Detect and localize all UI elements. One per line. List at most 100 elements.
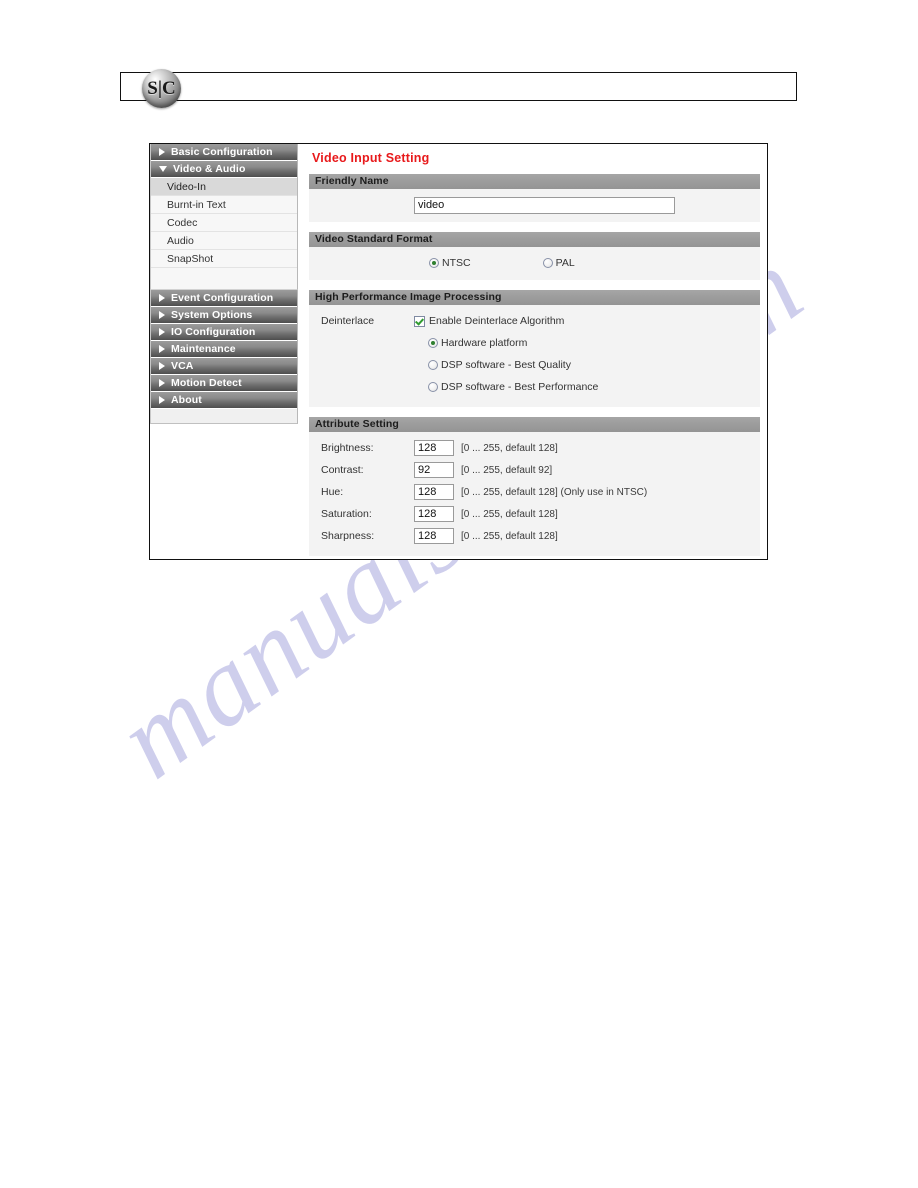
panel-friendly-name: Friendly Name <box>309 174 760 223</box>
field-label: Contrast: <box>321 464 364 476</box>
hue-input[interactable] <box>414 484 454 500</box>
sidebar-item-basic-configuration[interactable]: Basic Configuration <box>151 144 297 161</box>
radio-label: Hardware platform <box>441 337 528 349</box>
radio-dsp-best-performance[interactable]: DSP software - Best Performance <box>428 381 598 393</box>
sidebar-subitem-label: Video-In <box>167 181 206 193</box>
field-label: Saturation: <box>321 508 372 520</box>
chevron-right-icon <box>159 379 165 387</box>
sidebar-spacer <box>150 268 298 290</box>
sidebar-item-label: IO Configuration <box>171 325 256 338</box>
field-hint: [0 ... 255, default 92] <box>461 464 553 476</box>
sidebar-item-label: Basic Configuration <box>171 145 273 158</box>
sharpness-input[interactable] <box>414 528 454 544</box>
sidebar-group-secondary: Event Configuration System Options IO Co… <box>150 290 298 409</box>
deinterlace-option-row: DSP software - Best Performance <box>309 376 760 398</box>
sidebar-item-burnt-in-text[interactable]: Burnt-in Text <box>151 196 297 214</box>
attribute-row-saturation: Saturation: [0 ... 255, default 128] <box>309 503 760 525</box>
brightness-input[interactable] <box>414 440 454 456</box>
chevron-right-icon <box>159 294 165 302</box>
field-label: Brightness: <box>321 442 374 454</box>
sidebar-item-motion-detect[interactable]: Motion Detect <box>151 375 297 392</box>
sidebar-item-system-options[interactable]: System Options <box>151 307 297 324</box>
main-content-pane: Video Input Setting Friendly Name Video … <box>298 144 767 559</box>
sidebar-item-video-audio[interactable]: Video & Audio <box>151 161 297 178</box>
deinterlace-row: Deinterlace Enable Deinterlace Algorithm <box>309 310 760 332</box>
sidebar-item-label: Video & Audio <box>173 162 246 175</box>
attribute-row-sharpness: Sharpness: [0 ... 255, default 128] <box>309 525 760 547</box>
video-standard-row: NTSC PAL <box>309 252 760 274</box>
document-header-bar <box>120 72 797 101</box>
panel-body: Deinterlace Enable Deinterlace Algorithm… <box>309 305 760 408</box>
sidebar-item-about[interactable]: About <box>151 392 297 409</box>
chevron-right-icon <box>159 328 165 336</box>
checkmark-icon <box>414 315 425 327</box>
checkbox-enable-deinterlace[interactable]: Enable Deinterlace Algorithm <box>414 315 564 327</box>
deinterlace-option-row: Hardware platform <box>309 332 760 354</box>
panel-body: Brightness: [0 ... 255, default 128] Con… <box>309 432 760 557</box>
sidebar-subitem-label: Codec <box>167 217 198 229</box>
camera-web-ui-frame: Basic Configuration Video & Audio Video-… <box>149 143 768 560</box>
attribute-row-brightness: Brightness: [0 ... 255, default 128] <box>309 437 760 459</box>
checkbox-label: Enable Deinterlace Algorithm <box>429 315 565 327</box>
sidebar-item-event-configuration[interactable]: Event Configuration <box>151 290 297 307</box>
field-label: Hue: <box>321 486 344 498</box>
sidebar-subitem-label: Audio <box>167 235 194 247</box>
attribute-row-contrast: Contrast: [0 ... 255, default 92] <box>309 459 760 481</box>
panel-heading: High Performance Image Processing <box>309 290 760 305</box>
sidebar-item-video-in[interactable]: Video-In <box>151 178 297 196</box>
radio-indicator-icon <box>428 382 438 392</box>
saturation-input[interactable] <box>414 506 454 522</box>
panel-heading: Friendly Name <box>309 174 760 189</box>
radio-dsp-best-quality[interactable]: DSP software - Best Quality <box>428 359 571 371</box>
panel-attribute-setting: Attribute Setting Brightness: [0 ... 255… <box>309 417 760 557</box>
radio-indicator-icon <box>428 360 438 370</box>
radio-ntsc[interactable]: NTSC <box>429 257 471 269</box>
sidebar-item-label: System Options <box>171 308 253 321</box>
radio-pal[interactable]: PAL <box>542 257 575 269</box>
sidebar-item-io-configuration[interactable]: IO Configuration <box>151 324 297 341</box>
radio-label: DSP software - Best Performance <box>441 381 599 393</box>
panel-body <box>309 189 760 223</box>
page-title: Video Input Setting <box>312 151 430 165</box>
field-hint: [0 ... 255, default 128] <box>461 442 558 454</box>
chevron-right-icon <box>159 396 165 404</box>
sidebar-navigation: Basic Configuration Video & Audio Video-… <box>150 144 298 559</box>
radio-label: PAL <box>555 257 575 269</box>
panel-heading: Attribute Setting <box>309 417 760 432</box>
sidebar-item-maintenance[interactable]: Maintenance <box>151 341 297 358</box>
radio-hardware-platform[interactable]: Hardware platform <box>428 337 527 349</box>
sidebar-item-snapshot[interactable]: SnapShot <box>151 250 297 268</box>
deinterlace-option-row: DSP software - Best Quality <box>309 354 760 376</box>
field-hint: [0 ... 255, default 128] <box>461 508 558 520</box>
field-hint: [0 ... 255, default 128] <box>461 530 558 542</box>
radio-label: NTSC <box>442 257 471 269</box>
logo-text: S|C <box>147 78 176 99</box>
sphere-logo-icon: S|C <box>142 69 181 108</box>
contrast-input[interactable] <box>414 462 454 478</box>
sidebar-item-codec[interactable]: Codec <box>151 214 297 232</box>
chevron-down-icon <box>159 166 167 172</box>
sidebar-footer-strip <box>150 409 298 424</box>
chevron-right-icon <box>159 362 165 370</box>
friendly-name-input[interactable] <box>414 196 675 214</box>
field-hint: [0 ... 255, default 128] (Only use in NT… <box>461 486 648 498</box>
sidebar-item-audio[interactable]: Audio <box>151 232 297 250</box>
panel-heading: Video Standard Format <box>309 232 760 247</box>
friendly-name-row <box>309 194 760 216</box>
sidebar-subitem-label: SnapShot <box>167 253 214 265</box>
radio-label: DSP software - Best Quality <box>441 359 571 371</box>
radio-indicator-icon <box>428 338 438 348</box>
sidebar-item-vca[interactable]: VCA <box>151 358 297 375</box>
sidebar-item-label: VCA <box>171 359 194 372</box>
panel-image-processing: High Performance Image Processing Deinte… <box>309 290 760 408</box>
sidebar-item-label: Event Configuration <box>171 291 274 304</box>
sidebar-submenu-video-audio: Video-In Burnt-in Text Codec Audio SnapS… <box>150 178 298 268</box>
chevron-right-icon <box>159 311 165 319</box>
sidebar-subitem-label: Burnt-in Text <box>167 199 226 211</box>
radio-indicator-icon <box>429 258 439 268</box>
sidebar-item-label: Motion Detect <box>171 376 242 389</box>
chevron-right-icon <box>159 148 165 156</box>
panel-video-standard-format: Video Standard Format NTSC PAL <box>309 232 760 281</box>
sidebar-item-label: About <box>171 393 202 406</box>
chevron-right-icon <box>159 345 165 353</box>
